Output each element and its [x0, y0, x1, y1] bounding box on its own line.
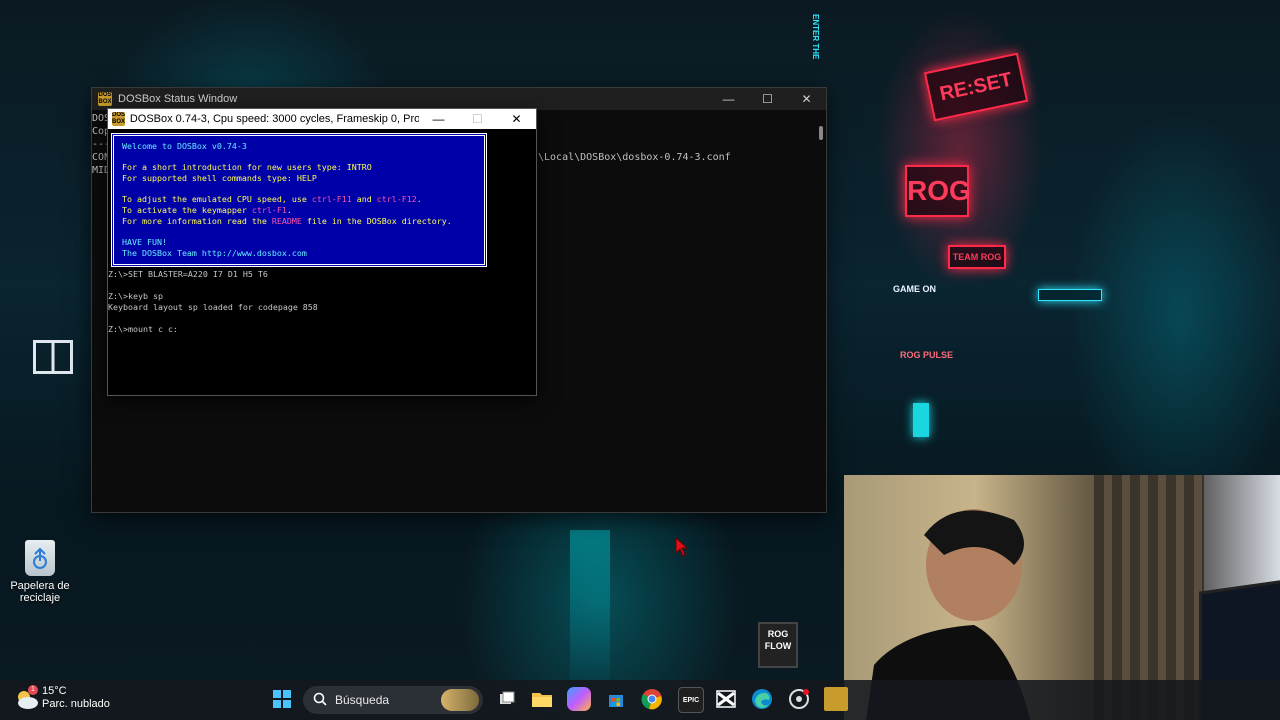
epic-games-icon[interactable]: EPIC [678, 687, 704, 713]
cyan-light-column [570, 530, 610, 680]
minimize-button[interactable]: — [709, 88, 748, 110]
recycle-bin-shortcut[interactable]: Papelera de reciclaje [8, 540, 72, 604]
search-icon [313, 692, 327, 709]
dosbox-icon: DOS BOX [112, 112, 125, 126]
obs-icon[interactable] [787, 687, 811, 711]
dosbox-title: DOSBox 0.74-3, Cpu speed: 3000 cycles, F… [129, 113, 419, 125]
dosbox-icon: DOS BOX [98, 92, 112, 106]
recycle-bin-label-1: Papelera de [10, 580, 70, 592]
cloud-icon: 1 [14, 685, 40, 711]
welcome-readme-line: For more information read the README fil… [122, 216, 452, 226]
welcome-team-line: The DOSBox Team http://www.dosbox.com [122, 248, 307, 258]
console-line: Z:\>SET BLASTER=A220 I7 D1 H5 T6 [108, 269, 268, 279]
console-prompt-line: Z:\>mount c c: [108, 324, 178, 334]
scrollbar-thumb[interactable] [819, 126, 823, 140]
close-button[interactable]: ✕ [497, 109, 536, 129]
copilot-icon[interactable] [567, 687, 591, 711]
welcome-title: Welcome to DOSBox v0.74-3 [122, 141, 247, 151]
console-line: Keyboard layout sp loaded for codepage 8… [108, 302, 318, 312]
cyan-window [913, 403, 929, 437]
capcut-icon[interactable] [714, 687, 738, 711]
taskbar-search[interactable]: Búsqueda [303, 686, 483, 714]
dosbox-taskbar-icon[interactable] [824, 687, 848, 711]
weather-temp: 15°C [42, 685, 67, 697]
recycle-bin-icon [25, 540, 55, 576]
welcome-have-fun: HAVE FUN! [122, 237, 167, 247]
neon-bar [1038, 289, 1102, 301]
rog-sign: ROG [905, 165, 971, 217]
welcome-box: Welcome to DOSBox v0.74-3 For a short in… [111, 133, 487, 267]
rog-flow-sign: ROG FLOW [758, 622, 798, 668]
maximize-button[interactable]: ☐ [748, 88, 787, 110]
enter-the-sign: ENTER THE [811, 14, 820, 60]
reset-sign: RE:SET [923, 52, 1029, 122]
file-explorer-icon[interactable] [530, 687, 554, 711]
mouse-cursor-icon [675, 536, 689, 562]
weather-widget[interactable]: 1 15°C Parc. nublado [14, 685, 110, 711]
welcome-keymapper-line: To activate the keymapper ctrl-F1. [122, 205, 292, 215]
weather-badge: 1 [28, 685, 38, 695]
windows-start-icon[interactable] [270, 687, 294, 711]
console-line: Z:\>keyb sp [108, 291, 163, 301]
minimize-button[interactable]: — [419, 109, 458, 129]
welcome-intro-line: For a short introduction for new users t… [122, 162, 372, 172]
game-on-sign: GAME ON [893, 284, 937, 294]
close-button[interactable]: ✕ [787, 88, 826, 110]
search-placeholder: Búsqueda [335, 693, 390, 707]
window-icon-wall [33, 340, 73, 374]
team-rog-sign: TEAM ROG [948, 245, 1006, 269]
dosbox-window[interactable]: DOS BOX DOSBox 0.74-3, Cpu speed: 3000 c… [107, 108, 537, 396]
recycle-bin-label-2: reciclaje [19, 592, 61, 604]
weather-desc: Parc. nublado [42, 698, 110, 710]
maximize-button[interactable]: ☐ [458, 109, 497, 129]
dosbox-titlebar[interactable]: DOS BOX DOSBox 0.74-3, Cpu speed: 3000 c… [108, 109, 536, 129]
status-window-title: DOSBox Status Window [118, 93, 238, 105]
config-path-text: \Local\DOSBox\dosbox-0.74-3.conf [538, 152, 731, 163]
status-window-titlebar[interactable]: DOS BOX DOSBox Status Window — ☐ ✕ [92, 88, 826, 110]
search-highlight-image [441, 689, 479, 711]
welcome-help-line: For supported shell commands type: HELP [122, 173, 317, 183]
welcome-cpu-line: To adjust the emulated CPU speed, use ct… [122, 194, 422, 204]
edge-icon[interactable] [750, 687, 774, 711]
microsoft-store-icon[interactable] [604, 687, 628, 711]
task-view-icon[interactable] [495, 687, 519, 711]
rog-pulse-sign: ROG PULSE [900, 350, 954, 360]
chrome-icon[interactable] [640, 687, 664, 711]
